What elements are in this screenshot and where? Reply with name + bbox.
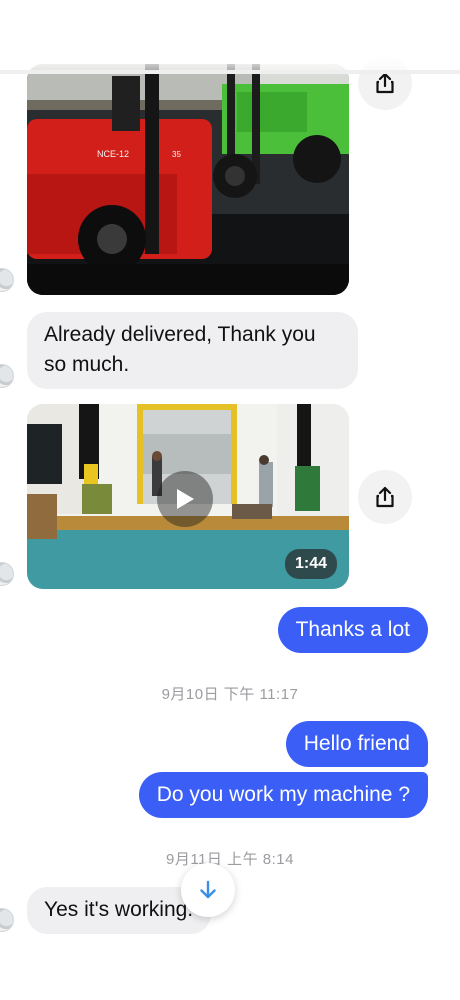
forklift-photo-image: NCE-12 35: [27, 64, 349, 295]
avatar: [0, 908, 14, 932]
message-bubble-outgoing: Hello friend: [285, 721, 428, 767]
message-bubble-outgoing: Do you work my machine ?: [138, 772, 428, 818]
arrow-down-icon: [200, 880, 216, 899]
share-icon: [376, 486, 394, 508]
forklift-photo[interactable]: NCE-12 35: [27, 64, 349, 295]
forklift-model-label: NCE-12: [97, 149, 129, 159]
top-divider: [0, 70, 460, 74]
share-button-video[interactable]: [358, 470, 412, 524]
message-bubble-incoming: Already delivered, Thank you so much.: [27, 312, 358, 389]
top-fade: [0, 0, 460, 72]
share-icon: [376, 72, 394, 94]
timestamp: 9月11日 上午 8:14: [166, 851, 294, 868]
avatar: [0, 364, 14, 388]
video-duration: 1:44: [284, 549, 337, 579]
play-icon: [177, 489, 194, 509]
timestamp: 9月10日 下午 11:17: [161, 686, 299, 703]
warehouse-video[interactable]: 1:44: [27, 404, 349, 589]
play-button[interactable]: [157, 471, 213, 527]
avatar: [0, 268, 14, 292]
forklift-number-label: 35: [172, 150, 181, 159]
scroll-to-bottom-button[interactable]: [181, 863, 235, 917]
message-bubble-outgoing: Thanks a lot: [277, 607, 428, 653]
avatar: [0, 562, 14, 586]
